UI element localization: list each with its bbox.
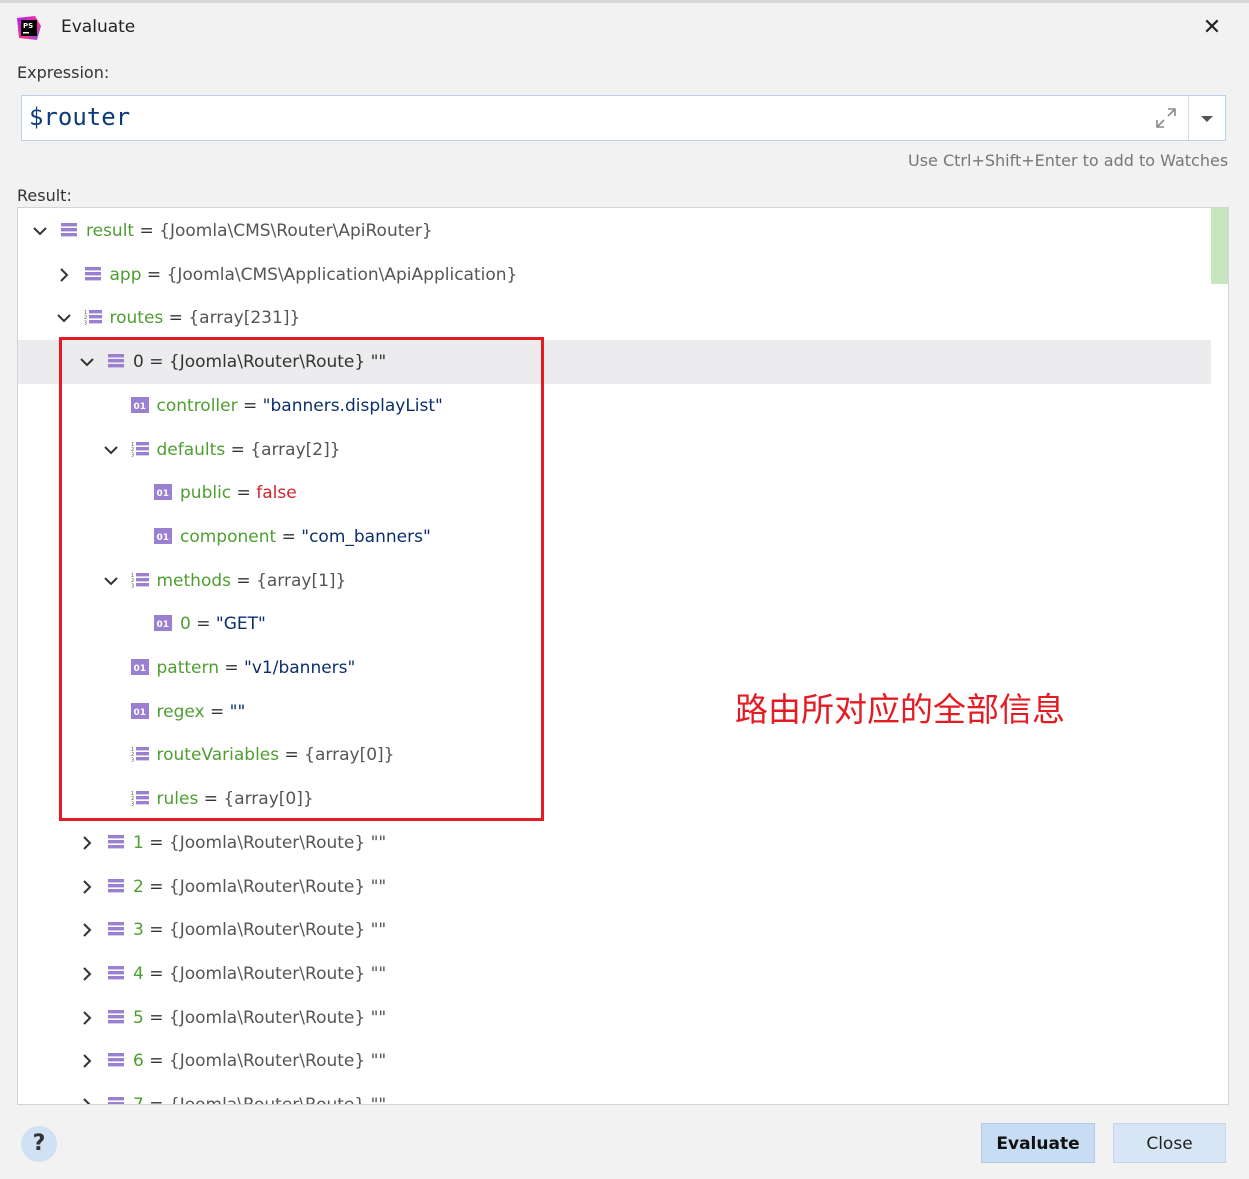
chevron-down-icon[interactable] [54,308,74,328]
chevron-right-icon[interactable] [54,265,74,285]
tree-row-text: 5 = {Joomla\Router\Route} "" [133,996,386,1040]
chevron-right-icon[interactable] [77,1051,97,1071]
equals-sign: = [143,876,169,897]
equals-sign: = [143,920,169,941]
node-name: 2 [133,876,144,897]
node-value: {Joomla\Router\Route} "" [168,1095,387,1105]
chevron-right-icon[interactable] [77,877,97,897]
tree-row-text: result = {Joomla\CMS\Router\ApiRouter} [86,209,433,253]
equals-sign: = [143,832,169,853]
history-dropdown-icon[interactable] [1189,96,1225,140]
tree-row[interactable]: 2 = {Joomla\Router\Route} "" [18,865,1211,909]
node-name: 5 [133,1007,144,1028]
chevron-right-icon[interactable] [77,1008,97,1028]
node-name: 7 [133,1095,144,1105]
title-bar: PS Evaluate ✕ [0,3,1249,51]
object-icon [108,1053,124,1067]
expand-editor-icon[interactable] [1154,106,1178,130]
equals-sign: = [143,1051,169,1072]
svg-text:PS: PS [23,22,33,30]
chevron-right-icon[interactable] [77,964,97,984]
node-value: {Joomla\Router\Route} "" [168,920,387,941]
object-icon [108,1097,124,1104]
node-name: 1 [133,832,144,853]
tree-row[interactable]: 5 = {Joomla\Router\Route} "" [18,996,1211,1040]
node-value: {Joomla\Router\Route} "" [168,963,387,984]
chevron-down-icon[interactable] [30,221,50,241]
watches-hint: Use Ctrl+Shift+Enter to add to Watches [908,151,1229,170]
object-icon [108,1009,124,1023]
tree-row-text: 2 = {Joomla\Router\Route} "" [133,865,386,909]
node-name: 6 [133,1051,144,1072]
equals-sign: = [143,963,169,984]
equals-sign: = [134,221,160,241]
expression-value[interactable]: $router [29,103,130,131]
close-button[interactable]: Close [1113,1123,1226,1163]
node-value: {Joomla\Router\Route} "" [168,876,387,897]
annotation-highlight-box [59,337,544,821]
node-value: {Joomla\Router\Route} "" [168,1007,387,1028]
chevron-right-icon[interactable] [77,1095,97,1105]
tree-row[interactable]: 6 = {Joomla\Router\Route} "" [18,1039,1211,1083]
chevron-right-icon[interactable] [77,833,97,853]
equals-sign: = [163,308,189,329]
object-icon [108,878,124,892]
tree-row[interactable]: 7 = {Joomla\Router\Route} "" [18,1083,1211,1105]
phpstorm-logo-icon: PS [17,16,41,40]
equals-sign: = [141,264,167,285]
close-icon[interactable]: ✕ [1198,14,1226,42]
node-name: result [86,221,135,241]
node-value: {array[231]} [188,308,301,329]
result-label: Result: [17,186,72,205]
object-icon [108,922,124,936]
equals-sign: = [143,1095,169,1105]
expression-label: Expression: [17,63,110,82]
node-value: {Joomla\CMS\Router\ApiRouter} [159,221,433,241]
tree-row[interactable]: 1 = {Joomla\Router\Route} "" [18,821,1211,865]
node-name: app [109,264,142,285]
tree-row[interactable]: app = {Joomla\CMS\Application\ApiApplica… [18,253,1211,297]
equals-sign: = [143,1007,169,1028]
tree-row-text: app = {Joomla\CMS\Application\ApiApplica… [110,253,518,297]
object-icon [61,223,77,237]
expression-input[interactable]: $router [21,95,1226,141]
node-value: {Joomla\Router\Route} "" [168,832,387,853]
tree-row[interactable]: 1 2 3 routes = {array[231]} [18,296,1211,340]
chevron-right-icon[interactable] [77,920,97,940]
tree-row-text: 4 = {Joomla\Router\Route} "" [133,952,386,996]
tree-row-text: 6 = {Joomla\Router\Route} "" [133,1039,386,1083]
svg-text:3: 3 [84,321,87,327]
node-name: 4 [133,963,144,984]
node-name: routes [109,308,164,329]
object-icon [108,965,124,980]
node-name: 3 [133,920,144,941]
object-icon [108,834,124,849]
tree-row-text: 1 = {Joomla\Router\Route} "" [133,821,386,865]
annotation-text: 路由所对应的全部信息 [735,690,1065,729]
tree-row-text: 3 = {Joomla\Router\Route} "" [133,908,386,952]
tree-row[interactable]: result = {Joomla\CMS\Router\ApiRouter} [18,209,1211,253]
window-title: Evaluate [61,17,136,37]
scrollbar-thumb[interactable] [1211,208,1228,284]
evaluate-button[interactable]: Evaluate [981,1123,1095,1163]
tree-row[interactable]: 4 = {Joomla\Router\Route} "" [18,952,1211,996]
tree-row-text: 7 = {Joomla\Router\Route} "" [133,1083,387,1105]
object-icon [84,266,101,281]
node-value: {Joomla\CMS\Application\ApiApplication} [166,264,518,285]
tree-row[interactable]: 3 = {Joomla\Router\Route} "" [18,908,1211,952]
help-button[interactable]: ? [21,1126,57,1162]
array-icon: 123 [84,310,102,327]
node-value: {Joomla\Router\Route} "" [168,1051,387,1072]
tree-row-text: routes = {array[231]} [110,296,301,340]
